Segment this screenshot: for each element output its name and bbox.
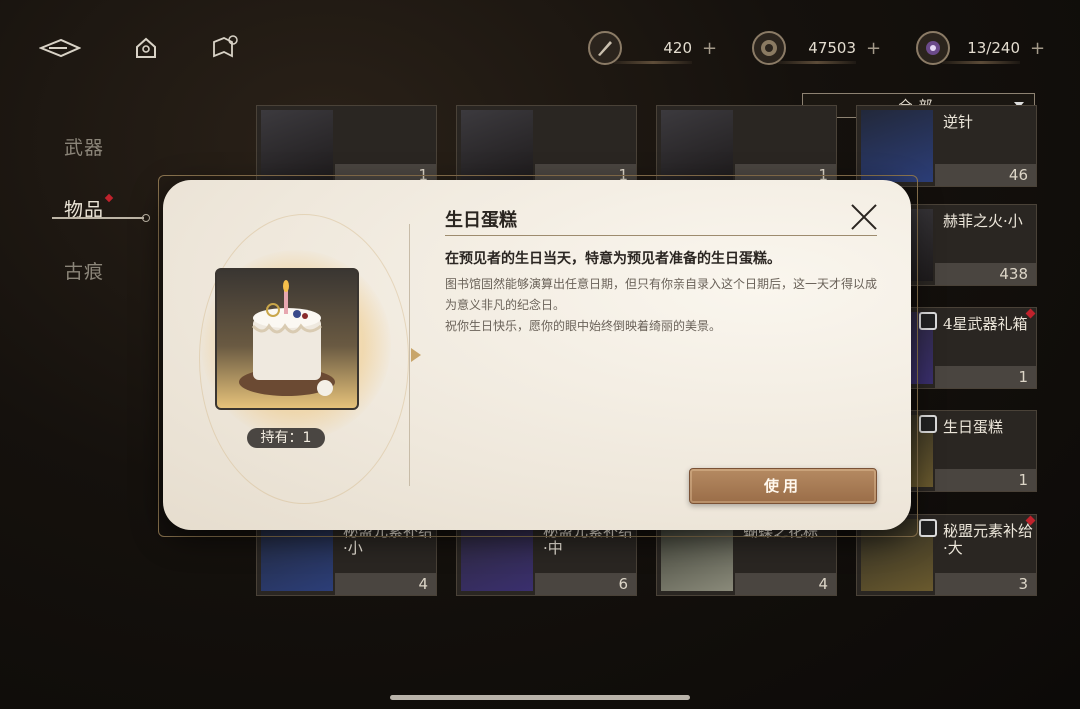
back-button[interactable] (38, 34, 82, 62)
notification-dot (104, 193, 114, 203)
item-name: 生日蛋糕 (943, 418, 1004, 436)
resource-quill-value: 420 (663, 39, 692, 57)
home-indicator (390, 695, 690, 700)
resource-coin-plus[interactable]: + (866, 38, 881, 59)
resource-quill-plus[interactable]: + (702, 38, 717, 59)
pointer-arrow-icon (411, 348, 421, 362)
active-indicator (52, 214, 150, 222)
crystal-icon (916, 31, 950, 65)
close-button[interactable] (849, 202, 879, 232)
hold-count-pill: 持有：1 (247, 428, 325, 448)
item-title: 生日蛋糕 (445, 210, 517, 231)
compass-map-icon (213, 35, 238, 58)
sidebar-item-weapons[interactable]: 武器 (64, 133, 104, 160)
chest-icon (919, 519, 937, 537)
use-button[interactable]: 使用 (689, 468, 877, 504)
back-arrow-icon (39, 38, 81, 58)
vertical-divider (409, 224, 410, 486)
home-icon (136, 37, 156, 58)
item-description: 图书馆固然能够演算出任意日期，但只有你亲自录入这个日期后，这一天才得以成为意义非… (445, 274, 885, 337)
resource-crystal-value: 13/240 (967, 39, 1020, 57)
resource-coin[interactable]: 47503 + (752, 30, 882, 66)
item-thumbnail (261, 110, 333, 182)
sidebar-item-relics[interactable]: 古痕 (64, 257, 104, 284)
quill-icon (588, 31, 622, 65)
resource-crystal[interactable]: 13/240 + (916, 30, 1046, 66)
item-count: 4 (335, 573, 436, 595)
map-button[interactable] (208, 32, 242, 62)
home-button[interactable] (132, 34, 160, 62)
description-paragraph-1: 图书馆固然能够演算出任意日期，但只有你亲自录入这个日期后，这一天才得以成为意义非… (445, 277, 878, 312)
coin-icon (752, 31, 786, 65)
item-count: 46 (935, 164, 1036, 186)
top-bar: 420 + 47503 + 13/240 + (0, 0, 1080, 90)
item-count: 6 (535, 573, 636, 595)
item-thumbnail (461, 110, 533, 182)
item-detail-dialog: 持有：1 生日蛋糕 在预见者的生日当天，特意为预见者准备的生日蛋糕。 图书馆固然… (163, 180, 911, 530)
item-lead-text: 在预见者的生日当天，特意为预见者准备的生日蛋糕。 (445, 251, 781, 267)
item-name: 秘盟元素补给·大 (943, 522, 1034, 557)
chest-icon (919, 312, 937, 330)
item-count: 3 (935, 573, 1036, 595)
resource-crystal-plus[interactable]: + (1030, 38, 1045, 59)
resource-quill[interactable]: 420 + (588, 30, 718, 66)
item-count: 438 (935, 263, 1036, 285)
item-name: 赫菲之火·小 (943, 212, 1023, 230)
item-count: 1 (935, 469, 1036, 491)
birthday-cake-icon (239, 280, 335, 396)
item-thumbnail (861, 110, 933, 182)
item-count: 1 (935, 366, 1036, 388)
title-underline (445, 235, 877, 236)
resource-coin-value: 47503 (808, 39, 856, 57)
item-count: 4 (735, 573, 836, 595)
cake-item-card (215, 268, 359, 410)
chest-icon (919, 415, 937, 433)
item-name: 4星武器礼箱 (943, 315, 1028, 333)
description-paragraph-2: 祝你生日快乐，愿你的眼中始终倒映着绮丽的美景。 (445, 319, 722, 333)
item-name: 逆针 (943, 113, 974, 131)
item-thumbnail (661, 110, 733, 182)
